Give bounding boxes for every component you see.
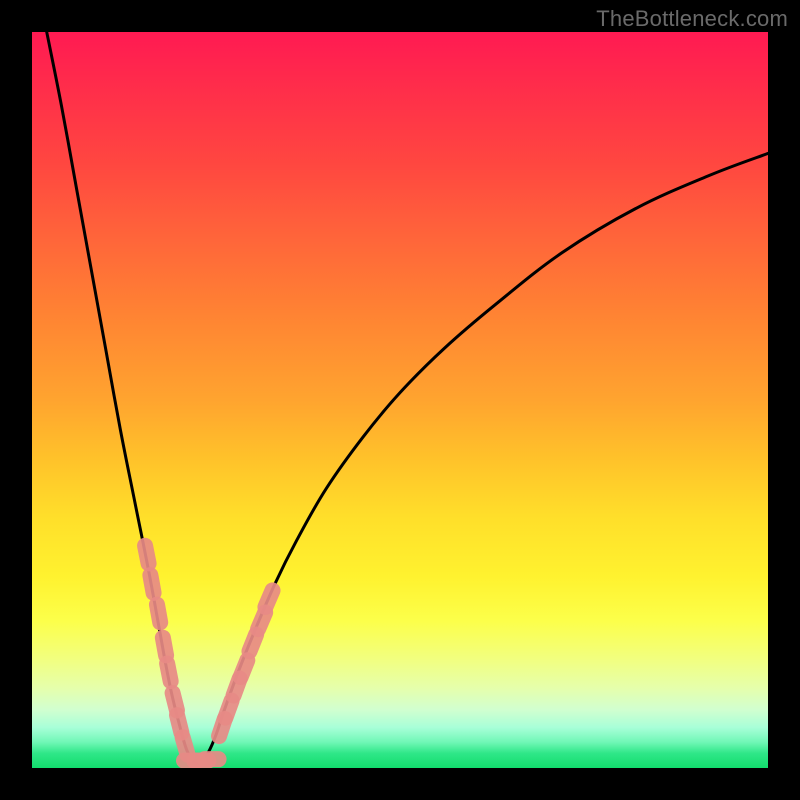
bottleneck-curve [47, 32, 768, 764]
data-markers [136, 536, 283, 768]
marker-pill [197, 751, 227, 767]
chart-svg [32, 32, 768, 768]
marker-pill [148, 595, 170, 631]
marker-pill [141, 566, 163, 602]
marker-pill [136, 536, 158, 572]
outer-frame: TheBottleneck.com [0, 0, 800, 800]
watermark-text: TheBottleneck.com [596, 6, 788, 32]
marker-pill [255, 580, 283, 618]
marker-pill [158, 654, 180, 690]
plot-area [32, 32, 768, 768]
